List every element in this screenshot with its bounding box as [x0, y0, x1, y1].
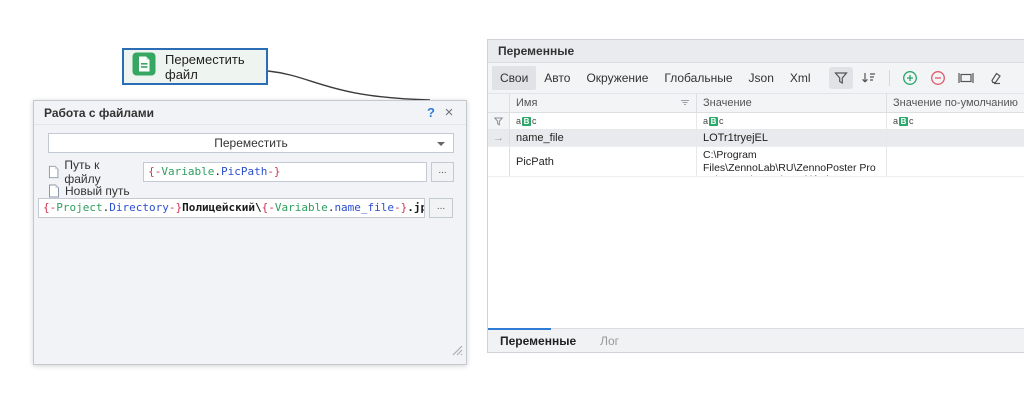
bottom-tab-log[interactable]: Лог [588, 334, 631, 348]
cell-variable-value[interactable]: C:\Program Files\ZennoLab\RU\ZennoPoster… [697, 147, 887, 176]
active-tab-indicator [488, 328, 551, 330]
tab-global[interactable]: Глобальные [656, 66, 740, 90]
variables-panel-title: Переменные [498, 44, 574, 58]
remove-variable-button[interactable] [926, 67, 950, 89]
row-indicator [488, 147, 510, 176]
grid-header-row: Имя Значение Значение по-умолчанию [488, 94, 1024, 113]
cell-variable-name[interactable]: name_file [510, 130, 697, 146]
sort-icon [861, 71, 876, 85]
variables-panel: Переменные Свои Авто Окружение Глобальны… [487, 39, 1024, 353]
row-indicator: → [488, 130, 510, 146]
dialog-titlebar[interactable]: Работа с файлами ? × [34, 101, 466, 125]
sort-indicator-icon [680, 97, 690, 109]
tab-environment[interactable]: Окружение [578, 66, 656, 90]
tab-xml[interactable]: Xml [782, 66, 819, 90]
clear-button[interactable] [982, 67, 1006, 89]
cell-variable-default[interactable] [887, 130, 1024, 146]
remove-icon [930, 70, 946, 86]
document-icon [48, 184, 60, 198]
filter-button[interactable] [829, 67, 853, 89]
column-header-value[interactable]: Значение [697, 94, 887, 112]
document-icon [48, 165, 59, 179]
column-header-default[interactable]: Значение по-умолчанию [887, 94, 1024, 112]
close-icon[interactable]: × [440, 104, 458, 121]
funnel-icon [494, 117, 503, 126]
file-path-row: Путь к файлу {-Variable.PicPath-} ... [48, 158, 454, 186]
filter-row-indicator [488, 113, 510, 129]
file-action-icon [132, 52, 156, 81]
table-row-picpath[interactable]: PicPath C:\Program Files\ZennoLab\RU\Zen… [488, 147, 1024, 177]
cell-variable-value[interactable]: LOTr1tryejEL [697, 130, 887, 146]
node-label: Переместить файл [165, 52, 266, 82]
bottom-tab-variables[interactable]: Переменные [488, 334, 588, 348]
toolbar-separator [889, 70, 890, 86]
filter-cell-name[interactable]: aBc [510, 113, 697, 129]
chevron-down-icon [437, 142, 445, 146]
tab-json[interactable]: Json [741, 66, 782, 90]
match-case-icon: aBc [703, 117, 724, 126]
cell-variable-name[interactable]: PicPath [510, 147, 697, 176]
add-variable-button[interactable] [898, 67, 922, 89]
table-row-name-file[interactable]: → name_file LOTr1tryejEL [488, 130, 1024, 147]
match-case-icon: aBc [893, 117, 914, 126]
new-path-label: Новый путь [48, 184, 130, 198]
filter-cell-value[interactable]: aBc [697, 113, 887, 129]
action-dropdown-value: Переместить [214, 136, 288, 150]
variables-grid: Имя Значение Значение по-умолчанию [488, 94, 1024, 328]
tab-auto[interactable]: Авто [536, 66, 578, 90]
variables-panel-header: Переменные [488, 40, 1024, 63]
grid-empty-area [488, 177, 1024, 328]
column-header-name[interactable]: Имя [510, 94, 697, 112]
file-path-browse-button[interactable]: ... [431, 162, 454, 182]
workspace: Переместить файл Работа с файлами ? × Пе… [0, 0, 1024, 401]
add-icon [902, 70, 918, 86]
resize-grip[interactable] [451, 343, 463, 361]
dialog-title: Работа с файлами [44, 106, 422, 120]
filter-cell-default[interactable]: aBc [887, 113, 1024, 129]
current-row-arrow-icon: → [493, 132, 504, 144]
filter-icon [834, 71, 848, 85]
action-dropdown[interactable]: Переместить [48, 133, 454, 153]
variables-toolbar: Свои Авто Окружение Глобальные Json Xml [488, 63, 1024, 94]
frame-icon [958, 71, 974, 85]
eraser-icon [986, 71, 1002, 85]
help-icon[interactable]: ? [422, 105, 440, 120]
file-path-input[interactable]: {-Variable.PicPath-} [143, 162, 427, 182]
panel-bottom-tabs: Переменные Лог [488, 328, 1024, 352]
tab-own[interactable]: Свои [492, 66, 536, 90]
sort-button[interactable] [857, 67, 881, 89]
action-node-move-file[interactable]: Переместить файл [122, 48, 268, 85]
match-case-icon: aBc [516, 117, 537, 126]
grid-filter-row: aBc aBc aBc [488, 113, 1024, 130]
new-path-input[interactable]: {-Project.Directory-}Полицейский\{-Varia… [38, 198, 425, 218]
cell-variable-default[interactable] [887, 147, 1024, 176]
rename-button[interactable] [954, 67, 978, 89]
new-path-browse-button[interactable]: ... [429, 198, 453, 218]
new-path-row: {-Project.Directory-}Полицейский\{-Varia… [38, 198, 453, 218]
grid-header-indicator [488, 94, 510, 112]
file-path-label: Путь к файлу [48, 158, 135, 186]
file-operations-dialog: Работа с файлами ? × Переместить Путь к … [33, 100, 467, 365]
